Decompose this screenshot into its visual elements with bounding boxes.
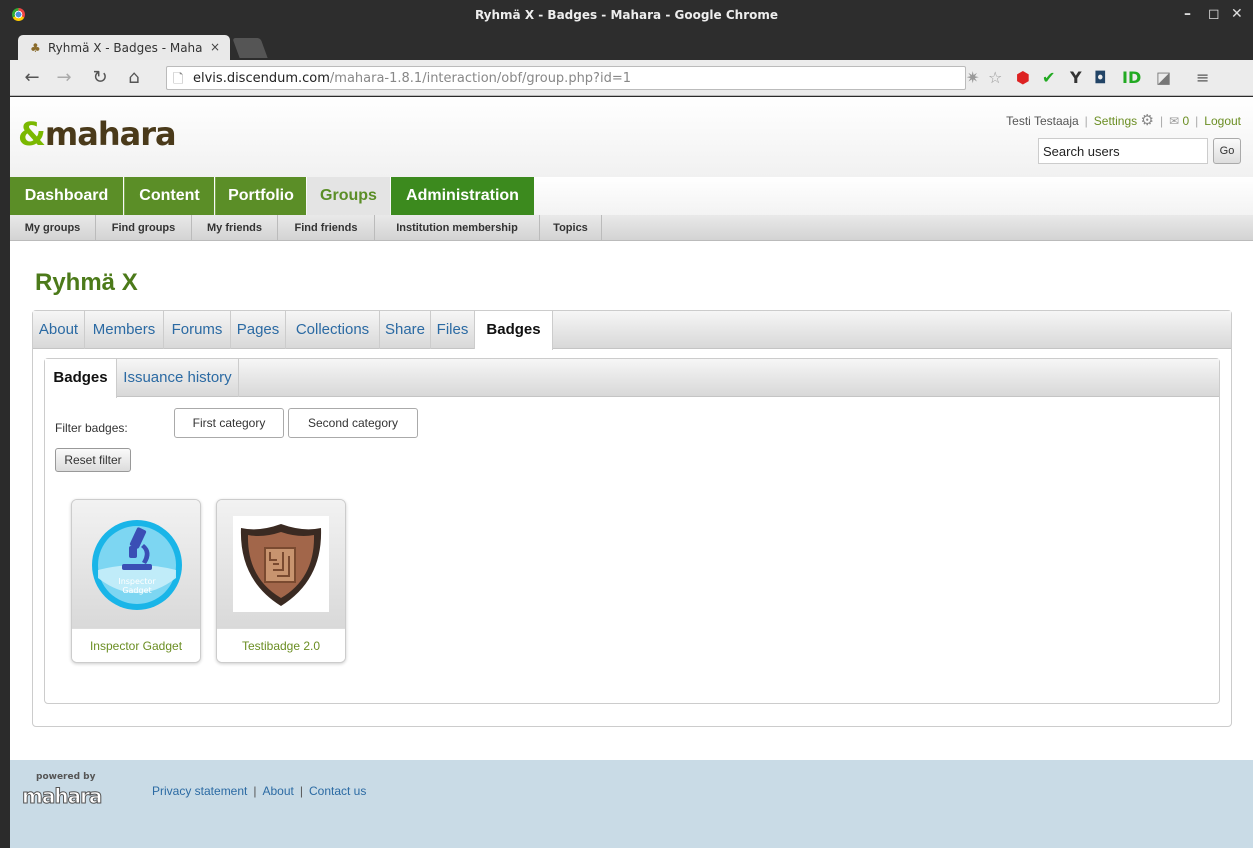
site-header: &mahara Testi Testaaja | Settings ⚙ | ✉ 0 | Lo… [10,97,1253,177]
main-nav: Dashboard Content Portfolio Groups Admin… [10,177,1253,215]
user-name-link[interactable]: Testi Testaaja [1006,114,1079,128]
badge-image: Inspector Gadget [72,500,200,628]
new-tab-button[interactable] [232,38,268,58]
filter-first-category-button[interactable]: First category [174,408,284,438]
tab-collections[interactable]: Collections [286,311,380,349]
subnav-my-groups[interactable]: My groups [10,215,96,241]
badges-panel: Badges Issuance history Filter badges: F… [44,358,1220,704]
minimize-button[interactable]: – [1184,6,1191,22]
url-text: elvis.discendum.com/mahara-1.8.1/interac… [193,71,631,86]
subnav-find-groups[interactable]: Find groups [96,215,192,241]
reload-icon[interactable]: ↻ [88,67,112,88]
maze-shield-icon [233,516,329,612]
subtab-issuance-history[interactable]: Issuance history [117,359,239,397]
logout-link[interactable]: Logout [1204,114,1241,128]
tab-about[interactable]: About [33,311,85,349]
tab-strip: ♣ Ryhmä X - Badges - Mahar × [0,30,1253,60]
window-titlebar: Ryhmä X - Badges - Mahara - Google Chrom… [0,0,1253,30]
badge-image [217,500,345,628]
menu-icon[interactable]: ≡ [1196,68,1209,87]
page-title: Ryhmä X [35,269,138,296]
drive-extension-icon[interactable]: ◪ [1156,68,1171,87]
badge-name[interactable]: Inspector Gadget [72,628,200,662]
close-tab-icon[interactable]: × [210,40,220,54]
group-panel: About Members Forums Pages Collections S… [32,310,1232,727]
privacy-statement-link[interactable]: Privacy statement [152,784,247,798]
microscope-icon: Inspector Gadget [92,520,182,610]
camera-extension-icon[interactable]: ◘ [1094,68,1107,87]
nav-administration[interactable]: Administration [391,177,534,215]
window-title: Ryhmä X - Badges - Mahara - Google Chrom… [474,8,779,22]
svg-text:Inspector: Inspector [118,577,156,586]
subtab-badges[interactable]: Badges [45,359,117,398]
nav-portfolio[interactable]: Portfolio [215,177,306,215]
browser-tab-label: Ryhmä X - Badges - Mahar [48,41,203,55]
page-icon: 🗋 [173,72,184,87]
window-border [0,60,10,848]
mahara-favicon-icon: ♣ [30,41,41,55]
badges-subtabs: Badges Issuance history [45,359,1219,398]
subnav-institution-membership[interactable]: Institution membership [375,215,540,241]
home-icon[interactable]: ⌂ [122,67,146,88]
tab-forums[interactable]: Forums [164,311,231,349]
y-extension-icon[interactable]: Y [1070,68,1082,87]
reset-filter-button[interactable]: Reset filter [55,448,131,472]
adblock-icon[interactable]: ⬢ [1016,68,1030,87]
subnav-my-friends[interactable]: My friends [192,215,278,241]
footer-links: Privacy statement | About | Contact us [152,784,367,798]
bookmark-star-icon[interactable]: ☆ [988,68,1002,87]
nav-content[interactable]: Content [124,177,214,215]
nav-groups[interactable]: Groups [307,177,390,215]
svg-text:Gadget: Gadget [122,586,151,595]
search-go-button[interactable]: Go [1213,138,1241,164]
search-users-input[interactable]: Search users [1038,138,1208,164]
check-extension-icon[interactable]: ✔ [1042,68,1055,87]
tab-badges[interactable]: Badges [475,311,553,350]
web-page: &mahara Testi Testaaja | Settings ⚙ | ✉ 0 | Lo… [10,97,1253,848]
site-footer: powered by mahara Privacy statement | Abou… [10,760,1253,848]
subnav-find-friends[interactable]: Find friends [278,215,375,241]
group-tabs: About Members Forums Pages Collections S… [33,311,1231,350]
back-icon[interactable]: ← [20,67,44,88]
mail-count[interactable]: 0 [1182,114,1189,128]
maximize-button[interactable]: ◻ [1208,6,1220,22]
browser-toolbar: ← → ↻ ⌂ 🗋 elvis.discendum.com/mahara-1.8… [10,60,1253,96]
badge-card[interactable]: Inspector Gadget Inspector Gadget [71,499,201,663]
about-link[interactable]: About [263,784,294,798]
settings-link[interactable]: Settings [1094,114,1137,128]
filter-second-category-button[interactable]: Second category [288,408,418,438]
gear-icon[interactable]: ⚙ [1141,112,1154,129]
close-window-button[interactable]: ✕ [1231,6,1243,22]
extension-puzzle-icon[interactable]: ✷ [966,68,979,87]
tab-pages[interactable]: Pages [231,311,286,349]
nav-dashboard[interactable]: Dashboard [10,177,123,215]
user-links: Testi Testaaja | Settings ⚙ | ✉ 0 | Logout [1006,112,1241,129]
filter-label: Filter badges: [55,421,128,435]
id-extension-icon[interactable]: ID [1122,68,1141,87]
badge-card[interactable]: Testibadge 2.0 [216,499,346,663]
tab-members[interactable]: Members [85,311,164,349]
badge-name[interactable]: Testibadge 2.0 [217,628,345,662]
address-bar[interactable]: 🗋 elvis.discendum.com/mahara-1.8.1/inter… [166,66,966,90]
mahara-logo[interactable]: &mahara [18,115,177,153]
browser-tab[interactable]: ♣ Ryhmä X - Badges - Mahar × [18,35,230,60]
tab-share[interactable]: Share [380,311,431,349]
sub-nav: My groups Find groups My friends Find fr… [10,215,1253,241]
subnav-topics[interactable]: Topics [540,215,602,241]
tab-files[interactable]: Files [431,311,475,349]
contact-us-link[interactable]: Contact us [309,784,366,798]
mail-icon[interactable]: ✉ [1169,114,1179,128]
forward-icon[interactable]: → [52,67,76,88]
